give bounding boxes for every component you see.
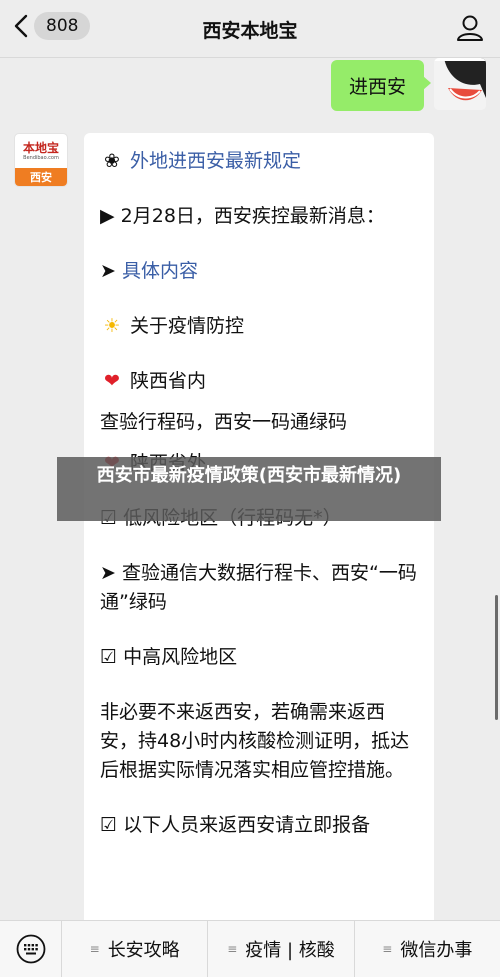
avatar-logo-sub: Bendibao.com [23, 154, 59, 161]
official-account-avatar[interactable]: 本地宝 Bendibao.com 西安 [14, 133, 68, 187]
incoming-message-card: ❀ 外地进西安最新规定 ▶ 2月28日，西安疾控最新消息： ➤ 具体内容 ☀ 关于疫… [84, 133, 434, 933]
avatar-city: 西安 [15, 168, 67, 186]
details-link[interactable]: 具体内容 [122, 260, 198, 282]
heading-link[interactable]: 外地进西安最新规定 [130, 150, 301, 172]
menu-item-changan-guide[interactable]: ≡ 长安攻略 [62, 921, 209, 977]
details-line: ➤ 具体内容 [100, 257, 418, 286]
menu-lines-icon: ≡ [227, 942, 238, 956]
user-icon [457, 15, 483, 41]
section-text: 关于疫情防控 [130, 315, 245, 337]
chat-title: 西安本地宝 [202, 20, 298, 42]
mid-high-risk-line: ☑ 中高风险地区 [100, 643, 418, 672]
profile-button[interactable] [456, 14, 484, 46]
checkbox-icon: ☑ [100, 646, 124, 668]
mid-high-risk-text: 中高风险地区 [123, 646, 238, 668]
arrow-right-icon: ➤ [100, 562, 122, 584]
date-line-text: 2月28日，西安疾控最新消息： [120, 205, 385, 227]
report-text: 以下人员来返西安请立即报备 [123, 814, 371, 836]
menu-label: 长安攻略 [107, 940, 180, 961]
bottom-menu-bar: ≡ 长安攻略 ≡ 疫情 | 核酸 ≡ 微信办事 [0, 920, 500, 977]
sun-icon: ☀ [103, 315, 121, 337]
menu-lines-icon: ≡ [382, 942, 393, 956]
avatar-logo: 本地宝 [22, 140, 59, 155]
heart-icon: ❤ [104, 370, 120, 392]
menu-item-epidemic[interactable]: ≡ 疫情 | 核酸 [208, 921, 355, 977]
chat-header: 808 西安本地宝 [0, 0, 500, 58]
keyboard-toggle-button[interactable] [0, 921, 62, 977]
date-line: ▶ 2月28日，西安疾控最新消息： [100, 202, 418, 231]
arrow-right-icon: ➤ [100, 260, 122, 282]
user-avatar[interactable] [434, 58, 486, 110]
low-risk-rule-line: ➤ 查验通信大数据行程卡、西安“一码通”绿码 [100, 559, 418, 617]
checkbox-icon: ☑ [100, 814, 124, 836]
outgoing-message: 进西安 [330, 58, 486, 111]
menu-label: 疫情 | 核酸 [245, 940, 335, 961]
flower-icon: ❀ [104, 150, 120, 172]
article-title-overlay: 西安市最新疫情政策(西安市最新情况) [57, 457, 441, 521]
outgoing-bubble[interactable]: 进西安 [330, 60, 432, 111]
section-line: ☀ 关于疫情防控 [100, 312, 418, 341]
menu-lines-icon: ≡ [89, 942, 100, 956]
triangle-right-icon: ▶ [100, 205, 121, 227]
menu-item-wechat-services[interactable]: ≡ 微信办事 [355, 921, 500, 977]
card-heading: ❀ 外地进西安最新规定 [100, 147, 418, 176]
low-risk-rule-text: 查验通信大数据行程卡、西安“一码通”绿码 [100, 562, 417, 613]
mid-high-rule-line: 非必要不来返西安，若确需来返西安，持48小时内核酸检测证明，抵达后根据实际情况落… [100, 701, 410, 781]
in-province-text: 陕西省内 [130, 370, 207, 392]
in-province-line: ❤ 陕西省内 [100, 367, 418, 396]
avatar-image [434, 58, 486, 110]
avatar-logo-area: 本地宝 Bendibao.com [15, 134, 67, 168]
in-province-note: 查验行程码，西安一码通绿码 [100, 411, 348, 433]
scrollbar[interactable] [495, 595, 498, 720]
keyboard-icon [16, 934, 45, 964]
menu-label: 微信办事 [400, 940, 473, 961]
report-line: ☑ 以下人员来返西安请立即报备 [100, 811, 418, 840]
